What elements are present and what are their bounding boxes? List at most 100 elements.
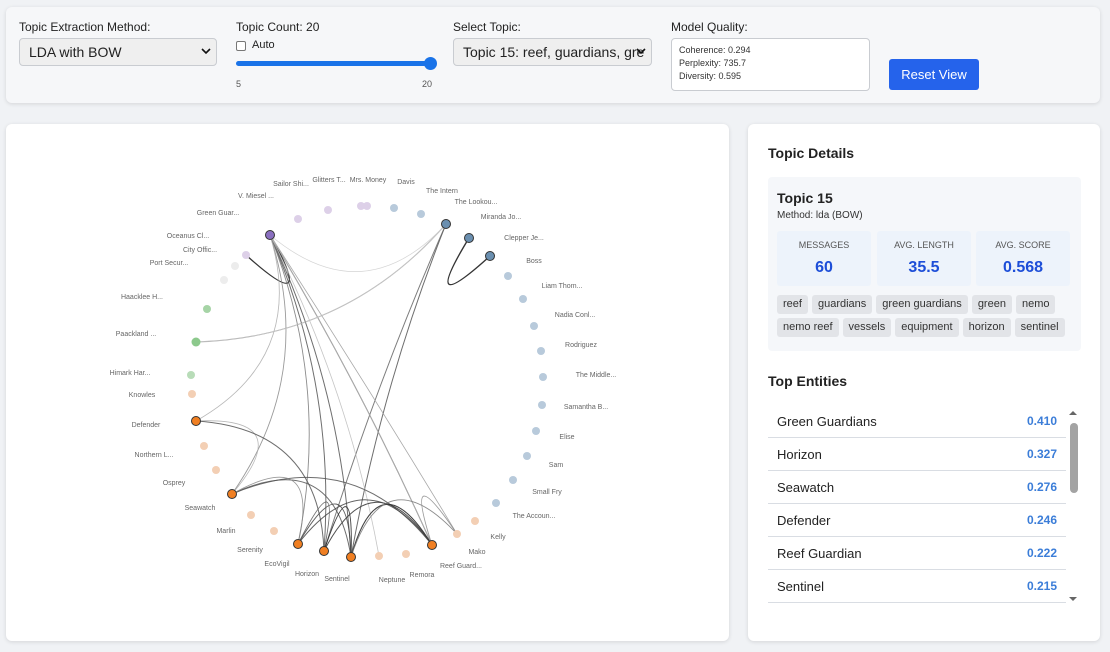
graph-node-label: Osprey: [163, 480, 186, 487]
entity-name: Green Guardians: [777, 413, 877, 429]
graph-node[interactable]: [191, 337, 201, 347]
graph-node[interactable]: [532, 427, 540, 435]
reset-view-button[interactable]: Reset View: [889, 59, 979, 90]
graph-node-label: Paackland ...: [116, 331, 157, 338]
list-item[interactable]: Defender 0.246: [768, 504, 1066, 537]
entity-list[interactable]: Green Guardians 0.410 Horizon 0.327 Seawat…: [768, 405, 1066, 605]
graph-node[interactable]: [319, 546, 329, 556]
graph-node[interactable]: [188, 390, 196, 398]
graph-node-label: Nadia Conl...: [555, 312, 596, 319]
graph-node[interactable]: [523, 452, 531, 460]
auto-checkbox[interactable]: [236, 41, 246, 51]
graph-node-label: Seawatch: [185, 505, 216, 512]
graph-edge: [447, 237, 491, 286]
graph-node[interactable]: [200, 442, 208, 450]
graph-node[interactable]: [441, 219, 451, 229]
keyword-tag: green guardians: [876, 295, 968, 314]
graph-node[interactable]: [453, 530, 461, 538]
scrollbar-thumb[interactable]: [1070, 423, 1078, 493]
entity-name: Reef Guardian: [777, 545, 862, 561]
scroll-up-icon[interactable]: [1068, 408, 1078, 418]
graph-node-label: City Offic...: [183, 247, 217, 254]
keyword-tag: vessels: [842, 318, 892, 337]
graph-node-label: Marlin: [216, 528, 235, 535]
graph-node[interactable]: [203, 305, 211, 313]
graph-node[interactable]: [293, 539, 303, 549]
method-label: Topic Extraction Method:: [19, 20, 151, 34]
graph-node[interactable]: [504, 272, 512, 280]
graph-node[interactable]: [363, 202, 371, 210]
entity-name: Defender: [777, 512, 831, 528]
graph-node[interactable]: [242, 251, 250, 259]
list-item[interactable]: Seawatch 0.276: [768, 471, 1066, 504]
graph-node[interactable]: [375, 552, 383, 560]
graph-node[interactable]: [492, 499, 500, 507]
entity-name: Horizon: [777, 446, 822, 462]
auto-label: Auto: [252, 39, 275, 51]
list-item[interactable]: Green Guardians 0.410: [768, 405, 1066, 438]
graph-node[interactable]: [231, 262, 239, 270]
graph-node[interactable]: [509, 476, 517, 484]
slider-thumb[interactable]: [424, 57, 437, 70]
graph-node[interactable]: [212, 466, 220, 474]
graph-node[interactable]: [539, 373, 547, 381]
entity-score: 0.410: [1026, 414, 1057, 428]
graph-node[interactable]: [324, 206, 332, 214]
stat-label: MESSAGES: [798, 240, 850, 250]
graph-node-label: The Lookou...: [455, 199, 498, 206]
stat-avg-score: AVG. SCORE 0.568: [976, 231, 1070, 286]
graph-node[interactable]: [519, 295, 527, 303]
scroll-down-icon[interactable]: [1068, 594, 1078, 604]
graph-node[interactable]: [346, 552, 356, 562]
list-item[interactable]: Reef Guardian 0.222: [768, 537, 1066, 570]
graph-node-label: Knowles: [129, 392, 156, 399]
controls-bar: Topic Extraction Method: LDA with BOW To…: [6, 7, 1100, 103]
entity-name: Sentinel: [777, 578, 824, 594]
keyword-tag: green: [971, 295, 1012, 314]
topic-details-heading: Topic Details: [768, 145, 855, 161]
graph-node-label: EcoVigil: [264, 561, 290, 568]
topic-select[interactable]: Topic 15: reef, guardians, gre: [453, 38, 652, 66]
topic-details-panel: Topic Details Topic 15 Method: lda (BOW)…: [748, 124, 1100, 641]
graph-node[interactable]: [537, 347, 545, 355]
graph-node-label: Neptune: [379, 577, 406, 584]
graph-node-label: The Middle...: [576, 372, 617, 379]
network-graph-panel: Davis The Intern The Lookou... Miranda Jo..…: [6, 124, 729, 641]
stat-value: 35.5: [908, 259, 940, 276]
graph-node[interactable]: [402, 550, 410, 558]
topic-count-slider[interactable]: [236, 61, 430, 66]
keyword-list: reef guardians green guardians green nem…: [777, 295, 1077, 337]
diversity-value: Diversity: 0.595: [679, 71, 742, 81]
graph-node[interactable]: [247, 511, 255, 519]
graph-node[interactable]: [187, 371, 195, 379]
graph-node-label: Port Secur...: [150, 260, 189, 267]
slider-max-label: 20: [422, 79, 433, 89]
graph-edge: [269, 234, 433, 546]
graph-node[interactable]: [464, 233, 474, 243]
graph-node[interactable]: [427, 540, 437, 550]
graph-node[interactable]: [471, 517, 479, 525]
model-quality-box: Coherence: 0.294 Perplexity: 735.7 Diver…: [671, 38, 870, 91]
graph-node[interactable]: [538, 401, 546, 409]
keyword-tag: guardians: [811, 295, 873, 314]
graph-node[interactable]: [191, 416, 201, 426]
graph-node[interactable]: [530, 322, 538, 330]
graph-node[interactable]: [227, 489, 237, 499]
graph-node[interactable]: [270, 527, 278, 535]
stat-value: 60: [815, 259, 833, 276]
method-select-value: LDA with BOW: [29, 44, 122, 60]
graph-node-label: Glitters T...: [312, 177, 345, 184]
graph-node-label: Oceanus Cl...: [167, 233, 209, 240]
graph-node[interactable]: [294, 215, 302, 223]
graph-node[interactable]: [390, 204, 398, 212]
graph-node[interactable]: [485, 251, 495, 261]
graph-node-label: Samantha B...: [564, 404, 608, 411]
graph-node[interactable]: [417, 210, 425, 218]
stat-value: 0.568: [1002, 259, 1044, 276]
list-item[interactable]: Sentinel 0.215: [768, 570, 1066, 603]
graph-node[interactable]: [220, 276, 228, 284]
graph-node[interactable]: [265, 230, 275, 240]
method-select[interactable]: LDA with BOW: [19, 38, 217, 66]
entity-score: 0.222: [1026, 546, 1057, 560]
list-item[interactable]: Horizon 0.327: [768, 438, 1066, 471]
